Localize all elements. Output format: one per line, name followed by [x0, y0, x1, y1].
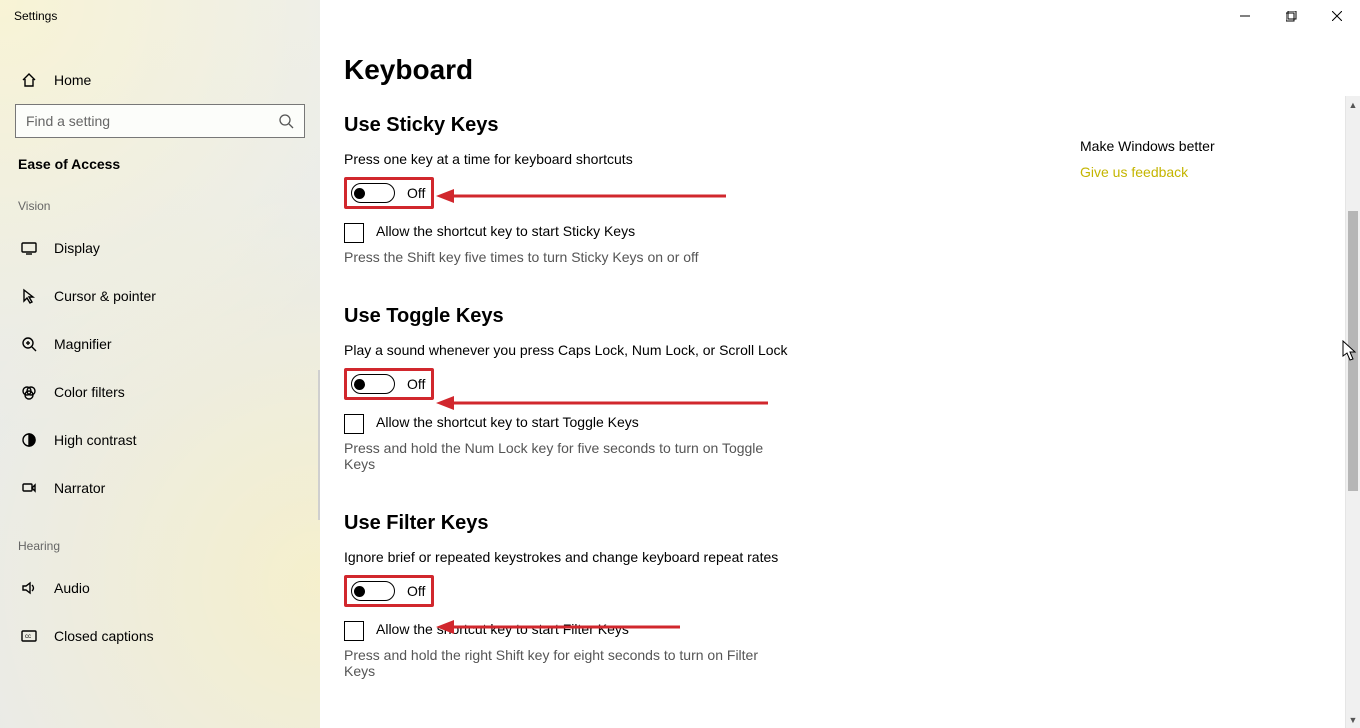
section-filter-keys: Use Filter Keys Ignore brief or repeated…	[344, 512, 804, 679]
search-field[interactable]	[26, 113, 278, 129]
sidebar: Home Ease of Access Vision Display Curso…	[0, 0, 320, 728]
titlebar: Settings	[0, 0, 1360, 32]
sidebar-item-label: Audio	[54, 580, 90, 596]
maximize-icon	[1286, 11, 1297, 22]
sticky-keys-shortcut-checkbox[interactable]	[344, 223, 364, 243]
maximize-button[interactable]	[1268, 0, 1314, 32]
section-toggle-keys: Use Toggle Keys Play a sound whenever yo…	[344, 305, 804, 472]
sidebar-item-display[interactable]: Display	[0, 224, 320, 272]
sidebar-item-highcontrast[interactable]: High contrast	[0, 416, 320, 464]
annotation-box: Off	[344, 575, 434, 607]
search-input[interactable]	[15, 104, 305, 138]
section-desc: Play a sound whenever you press Caps Loc…	[344, 342, 804, 358]
mouse-cursor	[1342, 340, 1358, 362]
toggle-knob	[354, 379, 365, 390]
section-sticky-keys: Use Sticky Keys Press one key at a time …	[344, 114, 804, 265]
toggle-state: Off	[407, 583, 425, 599]
sidebar-group-vision: Vision	[0, 192, 320, 220]
minimize-button[interactable]	[1222, 0, 1268, 32]
sidebar-item-label: Display	[54, 240, 100, 256]
sidebar-home-label: Home	[54, 72, 91, 88]
annotation-box: Off	[344, 177, 434, 209]
sidebar-item-label: Magnifier	[54, 336, 112, 352]
sidebar-item-colorfilters[interactable]: Color filters	[0, 368, 320, 416]
sidebar-item-magnifier[interactable]: Magnifier	[0, 320, 320, 368]
svg-text:cc: cc	[25, 634, 31, 640]
scrollbar[interactable]: ▲ ▼	[1345, 96, 1360, 728]
section-heading: Use Filter Keys	[344, 512, 804, 535]
sidebar-item-audio[interactable]: Audio	[0, 564, 320, 612]
page-title: Keyboard	[344, 54, 1345, 86]
main-content: Keyboard Use Sticky Keys Press one key a…	[320, 32, 1345, 728]
toggle-knob	[354, 586, 365, 597]
checkbox-label: Allow the shortcut key to start Toggle K…	[376, 414, 639, 430]
section-hint: Press and hold the right Shift key for e…	[344, 647, 764, 679]
scroll-up-arrow[interactable]: ▲	[1346, 96, 1360, 113]
sidebar-item-label: High contrast	[54, 432, 136, 448]
close-button[interactable]	[1314, 0, 1360, 32]
checkbox-label: Allow the shortcut key to start Sticky K…	[376, 223, 635, 239]
sidebar-item-label: Closed captions	[54, 628, 154, 644]
toggle-knob	[354, 188, 365, 199]
app-title: Settings	[0, 9, 57, 23]
home-icon	[18, 72, 40, 88]
narrator-icon	[18, 480, 40, 496]
scroll-down-arrow[interactable]: ▼	[1346, 711, 1360, 728]
toggle-keys-toggle[interactable]	[351, 374, 395, 394]
sidebar-item-narrator[interactable]: Narrator	[0, 464, 320, 512]
checkbox-label: Allow the shortcut key to start Filter K…	[376, 621, 629, 637]
section-heading: Use Toggle Keys	[344, 305, 804, 328]
sidebar-home[interactable]: Home	[0, 56, 320, 104]
filter-keys-shortcut-checkbox[interactable]	[344, 621, 364, 641]
close-icon	[1332, 11, 1342, 21]
feedback-link[interactable]: Give us feedback	[1080, 164, 1300, 180]
filter-keys-toggle[interactable]	[351, 581, 395, 601]
colorfilters-icon	[18, 384, 40, 400]
sidebar-item-closedcaptions[interactable]: cc Closed captions	[0, 612, 320, 660]
display-icon	[18, 240, 40, 256]
audio-icon	[18, 580, 40, 596]
closedcaptions-icon: cc	[18, 628, 40, 644]
sidebar-category: Ease of Access	[0, 156, 320, 172]
sticky-keys-toggle[interactable]	[351, 183, 395, 203]
section-desc: Press one key at a time for keyboard sho…	[344, 151, 804, 167]
sidebar-item-label: Color filters	[54, 384, 125, 400]
toggle-keys-shortcut-checkbox[interactable]	[344, 414, 364, 434]
section-desc: Ignore brief or repeated keystrokes and …	[344, 549, 804, 565]
sidebar-item-label: Cursor & pointer	[54, 288, 156, 304]
cursor-icon	[18, 288, 40, 304]
section-heading: Use Sticky Keys	[344, 114, 804, 137]
sidebar-group-hearing: Hearing	[0, 532, 320, 560]
minimize-icon	[1240, 11, 1250, 21]
section-hint: Press and hold the Num Lock key for five…	[344, 440, 764, 472]
toggle-state: Off	[407, 376, 425, 392]
highcontrast-icon	[18, 432, 40, 448]
right-panel: Make Windows better Give us feedback	[1080, 138, 1300, 180]
sidebar-item-cursor[interactable]: Cursor & pointer	[0, 272, 320, 320]
sidebar-item-label: Narrator	[54, 480, 105, 496]
right-panel-heading: Make Windows better	[1080, 138, 1300, 154]
window-controls	[1222, 0, 1360, 32]
search-icon	[278, 113, 294, 129]
toggle-state: Off	[407, 185, 425, 201]
section-hint: Press the Shift key five times to turn S…	[344, 249, 764, 265]
magnifier-icon	[18, 336, 40, 352]
annotation-box: Off	[344, 368, 434, 400]
